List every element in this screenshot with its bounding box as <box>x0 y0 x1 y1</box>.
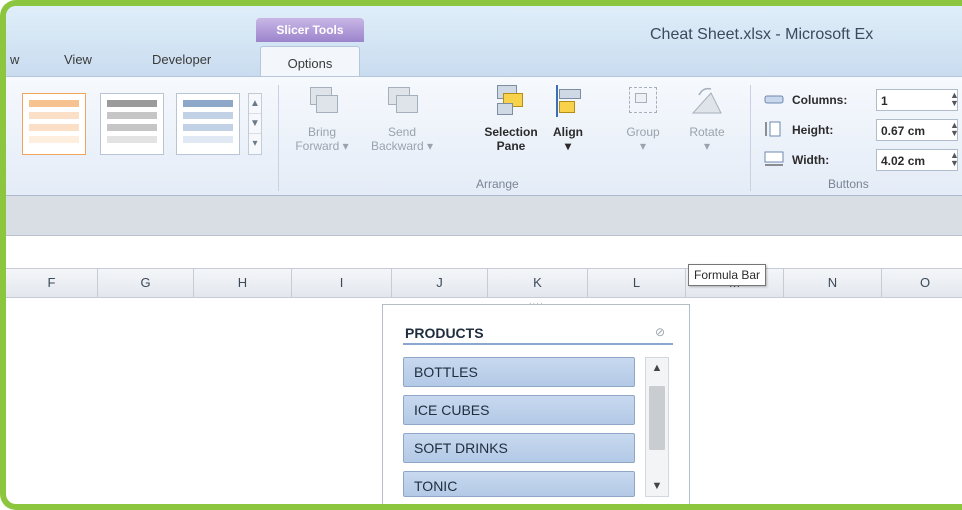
title-bar: w View Developer Slicer Tools Options Ch… <box>6 6 962 77</box>
slicer-style-gray[interactable] <box>100 93 164 155</box>
send-backward-label-2: Backward ▾ <box>370 139 434 153</box>
width-spinner-icon[interactable]: ▲ ▼ <box>950 151 959 168</box>
align-dropdown-icon: ▾ <box>564 139 572 153</box>
group-separator <box>278 85 279 191</box>
formula-bar-tooltip: Formula Bar <box>688 264 767 286</box>
buttons-group-label: Buttons <box>828 177 869 191</box>
selection-pane-label: Selection <box>484 125 538 139</box>
selection-pane-icon <box>493 83 529 119</box>
width-icon <box>764 151 784 166</box>
send-backward-button[interactable]: Send Backward ▾ <box>362 83 442 153</box>
group-label: Group <box>626 125 660 139</box>
slicer-header: PRODUCTS ⊘ <box>403 321 673 345</box>
group-dropdown-icon: ▾ <box>639 139 647 153</box>
column-headers: F G H I J K L M N O <box>6 268 962 298</box>
group-separator <box>750 85 751 191</box>
bring-forward-icon <box>304 83 340 119</box>
column-header-k[interactable]: K <box>488 269 588 297</box>
columns-input[interactable]: 1 <box>876 89 958 111</box>
rotate-icon <box>689 83 725 119</box>
width-input[interactable]: 4.02 cm <box>876 149 958 171</box>
column-header-l[interactable]: L <box>588 269 686 297</box>
group-button[interactable]: Group ▾ <box>618 83 668 153</box>
slicer-style-blue[interactable] <box>176 93 240 155</box>
ribbon: ▲ ▼ ▾ Bring Forward ▾ Send Backward ▾ Se… <box>6 76 962 196</box>
rotate-button[interactable]: Rotate ▾ <box>678 83 736 153</box>
gallery-down-icon[interactable]: ▼ <box>249 114 261 134</box>
context-tab-group: Slicer Tools <box>256 18 364 42</box>
slicer-resize-handle[interactable]: ···· <box>529 506 544 510</box>
send-backward-label: Send <box>387 125 417 139</box>
selection-pane-label-2: Pane <box>496 139 526 153</box>
slicer-item[interactable]: TONIC <box>403 471 635 497</box>
bring-forward-label-2: Forward ▾ <box>295 139 349 153</box>
products-slicer[interactable]: ···· PRODUCTS ⊘ BOTTLES ICE CUBES SOFT D… <box>382 299 690 510</box>
column-header-o[interactable]: O <box>882 269 962 297</box>
columns-icon <box>764 95 784 104</box>
scroll-thumb[interactable] <box>649 386 665 450</box>
tab-developer[interactable]: Developer <box>152 52 211 67</box>
arrange-group-label: Arrange <box>476 177 519 191</box>
width-label: Width: <box>792 153 830 167</box>
window-title: Cheat Sheet.xlsx - Microsoft Ex <box>650 26 874 43</box>
formula-bar-blank <box>6 236 962 268</box>
slicer-title: PRODUCTS <box>405 325 484 341</box>
align-button[interactable]: Align ▾ <box>546 83 590 153</box>
gallery-scrollbar[interactable]: ▲ ▼ ▾ <box>248 93 262 155</box>
slicer-body: PRODUCTS ⊘ BOTTLES ICE CUBES SOFT DRINKS… <box>395 311 679 501</box>
slicer-item[interactable]: BOTTLES <box>403 357 635 387</box>
column-header-f[interactable]: F <box>6 269 98 297</box>
height-spinner-icon[interactable]: ▲ ▼ <box>950 121 959 138</box>
selection-pane-button[interactable]: Selection Pane <box>472 83 550 153</box>
bring-forward-button[interactable]: Bring Forward ▾ <box>286 83 358 153</box>
slicer-scrollbar[interactable]: ▲ ▼ <box>645 357 669 497</box>
group-icon <box>625 83 661 119</box>
column-header-h[interactable]: H <box>194 269 292 297</box>
slicer-style-orange[interactable] <box>22 93 86 155</box>
gallery-more-icon[interactable]: ▾ <box>249 134 261 154</box>
columns-spinner-icon[interactable]: ▲ ▼ <box>950 91 959 108</box>
scroll-down-icon[interactable]: ▼ <box>646 476 668 496</box>
clear-filter-icon[interactable]: ⊘ <box>655 325 669 339</box>
column-header-n[interactable]: N <box>784 269 882 297</box>
context-group-label: Slicer Tools <box>276 23 344 37</box>
screenshot-frame: w View Developer Slicer Tools Options Ch… <box>0 0 962 510</box>
slicer-item[interactable]: ICE CUBES <box>403 395 635 425</box>
columns-label: Columns: <box>792 93 848 107</box>
tab-options[interactable]: Options <box>260 46 360 77</box>
formula-bar-area[interactable] <box>6 196 962 236</box>
height-icon <box>765 121 781 137</box>
tab-view[interactable]: View <box>64 52 92 67</box>
slicer-styles-gallery: ▲ ▼ ▾ <box>16 91 262 161</box>
height-input[interactable]: 0.67 cm <box>876 119 958 141</box>
send-backward-icon <box>384 83 420 119</box>
column-header-i[interactable]: I <box>292 269 392 297</box>
rotate-label: Rotate <box>689 125 725 139</box>
height-label: Height: <box>792 123 834 137</box>
scroll-up-icon[interactable]: ▲ <box>646 358 668 378</box>
rotate-dropdown-icon: ▾ <box>703 139 711 153</box>
slicer-item[interactable]: SOFT DRINKS <box>403 433 635 463</box>
gallery-up-icon[interactable]: ▲ <box>249 94 261 114</box>
align-label: Align <box>553 125 583 139</box>
bring-forward-label: Bring <box>307 125 336 139</box>
tab-partial[interactable]: w <box>10 52 19 67</box>
column-header-g[interactable]: G <box>98 269 194 297</box>
slicer-resize-handle[interactable]: ···· <box>529 299 544 308</box>
column-header-j[interactable]: J <box>392 269 488 297</box>
align-icon <box>550 83 586 119</box>
